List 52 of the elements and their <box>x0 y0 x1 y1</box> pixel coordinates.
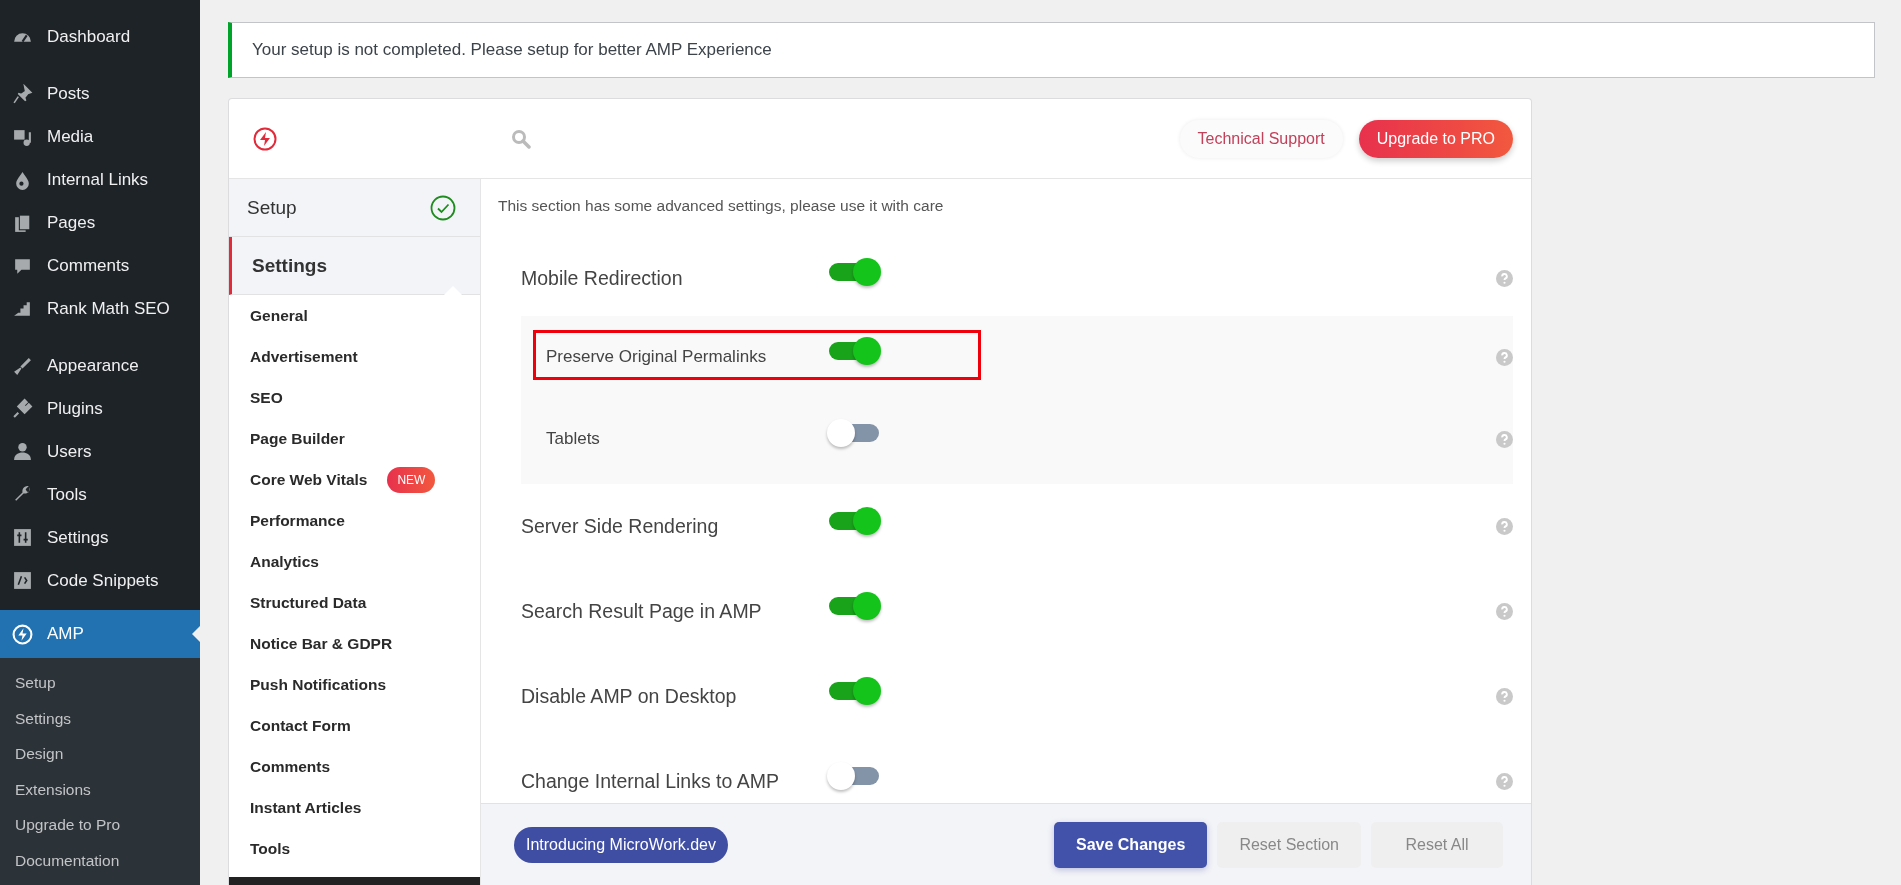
save-button[interactable]: Save Changes <box>1054 821 1208 868</box>
section-tab[interactable]: Settings <box>229 237 480 295</box>
admin-menu-item[interactable]: Rank Math SEO <box>0 287 200 331</box>
nav-link[interactable]: Tools <box>250 839 291 858</box>
admin-menu-item[interactable]: Users <box>0 430 200 474</box>
upgrade-button[interactable]: Upgrade to PRO <box>1358 119 1513 158</box>
nav-link[interactable]: Push Notifications <box>250 675 387 694</box>
option-label: Server Side Rendering <box>521 515 720 538</box>
section-label: Settings <box>252 254 327 277</box>
option-label: Search Result Page in AMP <box>521 600 763 623</box>
section-label: Setup <box>247 196 297 219</box>
admin-menu-item[interactable]: Dashboard <box>0 16 200 59</box>
option-label: Tablets <box>546 429 601 449</box>
submenu-item[interactable]: Upgrade to Pro <box>0 807 200 843</box>
admin-menu-item[interactable]: Settings <box>0 516 200 560</box>
nav-link[interactable]: Performance <box>250 511 345 530</box>
submenu-item[interactable]: Design <box>0 736 200 772</box>
option-label: Disable AMP on Desktop <box>521 685 738 708</box>
submenu-item[interactable]: Settings <box>0 700 200 737</box>
promo-button[interactable]: Introducing MicroWork.dev <box>514 826 728 863</box>
support-button[interactable]: Technical Support <box>1179 119 1343 158</box>
nav-link[interactable]: SEO <box>250 388 283 407</box>
option-label: Preserve Original Permalinks <box>546 347 768 367</box>
nav-link[interactable]: Structured Data <box>250 593 367 612</box>
nav-link[interactable]: Contact Form <box>250 716 351 735</box>
submenu-item[interactable]: Documentation <box>0 842 200 879</box>
submenu-item[interactable]: Setup <box>0 665 200 701</box>
option-label: Mobile Redirection <box>521 266 684 290</box>
nav-link[interactable]: Page Builder <box>250 429 345 448</box>
submenu-item[interactable]: Extensions <box>0 771 200 808</box>
new-badge: NEW <box>387 466 436 493</box>
nav-link[interactable]: Instant Articles <box>250 798 362 817</box>
nav-link[interactable]: Analytics <box>250 552 319 571</box>
section-description: This section has some advanced settings, please use it with care <box>498 197 945 215</box>
admin-menu-item[interactable]: Code Snippets <box>0 559 200 603</box>
admin-menu-item[interactable]: Internal Links <box>0 158 200 202</box>
nav-link[interactable]: Core Web Vitals <box>250 470 368 489</box>
admin-menu-item[interactable]: Appearance <box>0 344 200 388</box>
option-label: Change Internal Links to AMP <box>521 770 780 793</box>
admin-menu-item[interactable]: Tools <box>0 473 200 517</box>
nav-link[interactable]: Notice Bar & GDPR <box>250 634 393 653</box>
setup-notice: Your setup is not completed. Please setup for better AMP Experience <box>228 22 1875 78</box>
admin-menu-item[interactable]: Posts <box>0 72 200 116</box>
admin-menu-item[interactable]: Media <box>0 115 200 159</box>
nav-link[interactable]: Comments <box>250 757 331 776</box>
nav-link[interactable]: General <box>250 306 308 325</box>
admin-menu-item[interactable]: Comments <box>0 244 200 288</box>
section-tab[interactable]: Setup <box>229 179 480 237</box>
admin-menu-item[interactable]: AMP <box>0 610 200 659</box>
nav-link[interactable]: Advertisement <box>250 347 358 366</box>
admin-menu-item[interactable]: Plugins <box>0 387 200 431</box>
admin-menu-item[interactable]: Pages <box>0 201 200 245</box>
